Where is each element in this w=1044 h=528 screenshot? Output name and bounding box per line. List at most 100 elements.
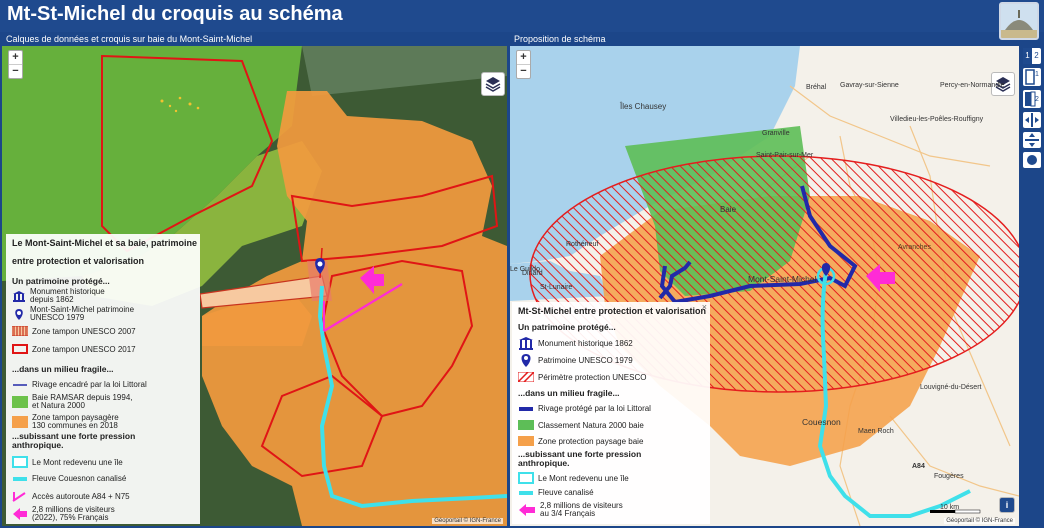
left-legend-item-tampon-2017-label: Zone tampon UNESCO 2017 bbox=[32, 344, 136, 354]
place-label: Fougères bbox=[934, 473, 964, 480]
swipe-horizontal-button[interactable] bbox=[1023, 132, 1041, 148]
left-map[interactable]: + − Géoportail © IGN-France Le Mont-Sain… bbox=[2, 46, 507, 526]
place-label: Baie bbox=[720, 205, 737, 214]
left-legend-item-unesco-label-2: UNESCO 1979 bbox=[30, 313, 85, 322]
right-legend-item-visiteurs-label-2: au 3/4 Français bbox=[540, 509, 596, 518]
place-label: A84 bbox=[912, 463, 925, 470]
left-legend-item-fleuve-label: Fleuve Couesnon canalisé bbox=[32, 474, 127, 483]
orange-zone-icon bbox=[12, 416, 28, 428]
right-legend-item-perimetre: Périmètre protection UNESCO bbox=[518, 372, 646, 382]
red-outline-zone-icon bbox=[12, 344, 28, 354]
visitor-arrow-icon bbox=[13, 508, 27, 520]
left-attribution: Géoportail © IGN-France bbox=[432, 518, 503, 524]
place-label: Îles Chausey bbox=[620, 102, 667, 111]
right-map[interactable]: + − i Îles Chausey Granville Baie Mont-S… bbox=[510, 46, 1019, 526]
app-header: Mt-St-Michel du croquis au schéma bbox=[0, 0, 1044, 40]
left-legend-section-2: ...dans un milieu fragile... bbox=[12, 364, 114, 374]
hatched-zone-icon bbox=[518, 372, 534, 382]
right-legend-item-ile-label: Le Mont redevenu une île bbox=[538, 473, 629, 483]
app-thumbnail[interactable] bbox=[999, 2, 1039, 40]
left-zoom-out-button[interactable]: − bbox=[9, 64, 22, 78]
right-legend-item-fleuve: Fleuve canalisé bbox=[518, 488, 594, 497]
right-legend: Mt-St-Michel entre protection et valoris… bbox=[512, 302, 710, 524]
green-zone-icon bbox=[518, 420, 534, 430]
left-legend-item-visiteurs-label-2: (2022), 75% Français bbox=[32, 513, 109, 522]
visitor-arrow-icon bbox=[519, 504, 535, 516]
place-label: Couesnon bbox=[802, 417, 841, 427]
place-label: Louvigné-du-Désert bbox=[920, 384, 982, 391]
left-legend-title-2: entre protection et valorisation bbox=[12, 256, 145, 266]
right-legend-item-ile: Le Mont redevenu une île bbox=[518, 472, 629, 484]
left-zoom-control: + − bbox=[8, 50, 23, 79]
highway-arrow-icon bbox=[12, 492, 26, 502]
left-legend-item-fleuve: Fleuve Couesnon canalisé bbox=[12, 474, 126, 483]
right-zoom-control: + − bbox=[516, 50, 531, 79]
place-label: Gavray-sur-Sienne bbox=[840, 82, 899, 89]
island-outline-icon bbox=[518, 472, 534, 484]
left-legend-section-3: ...subissant une forte pression anthropiq… bbox=[12, 432, 135, 450]
right-zoom-in-button[interactable]: + bbox=[517, 51, 530, 64]
left-layers-button[interactable] bbox=[481, 72, 505, 96]
left-legend: Le Mont-Saint-Michel et sa baie, patrimo… bbox=[6, 234, 200, 524]
left-legend-item-monument-label-2: depuis 1862 bbox=[30, 295, 74, 304]
right-legend-item-paysage: Zone protection paysage baie bbox=[518, 436, 643, 446]
right-legend-section-3-line-2: anthropique. bbox=[518, 458, 570, 468]
right-legend-item-littoral-label: Rivage protégé par la loi Littoral bbox=[538, 404, 651, 413]
place-label: Rothéneuf bbox=[566, 241, 599, 248]
right-legend-item-paysage-label: Zone protection paysage baie bbox=[538, 436, 644, 446]
left-legend-item-paysage-label-2: 130 communes en 2018 bbox=[32, 421, 118, 430]
right-legend-title: Mt-St-Michel entre protection et valoris… bbox=[518, 306, 707, 316]
layout-compare-button[interactable]: 2 bbox=[1023, 90, 1041, 108]
swipe-vertical-icon bbox=[1025, 113, 1039, 127]
place-label: Bréhal bbox=[806, 84, 827, 91]
left-legend-section-3-line-2: anthropique. bbox=[12, 440, 64, 450]
coast-line-icon bbox=[13, 383, 27, 386]
split-view-button[interactable]: 1 2 bbox=[1023, 48, 1041, 64]
right-legend-section-1: Un patrimoine protégé... bbox=[518, 322, 616, 332]
layout-single-button[interactable]: 1 bbox=[1023, 68, 1041, 86]
hatched-zone-icon bbox=[12, 326, 28, 336]
info-button[interactable]: i bbox=[999, 497, 1015, 513]
right-legend-close-icon[interactable]: × bbox=[702, 302, 707, 312]
right-zoom-out-button[interactable]: − bbox=[517, 64, 530, 78]
left-legend-item-autoroute: Accès autoroute A84 + N75 bbox=[12, 490, 130, 502]
app-title: Mt-St-Michel du croquis au schéma bbox=[7, 3, 343, 25]
left-legend-item-paysage: Zone tampon paysagère 130 communes en 201… bbox=[12, 414, 119, 430]
right-legend-item-fleuve-label: Fleuve canalisé bbox=[538, 488, 594, 497]
left-legend-item-autoroute-label: Accès autoroute A84 + N75 bbox=[32, 491, 130, 501]
layout-compare-label: 2 bbox=[1035, 96, 1039, 103]
river-line-icon bbox=[13, 476, 27, 481]
swipe-horizontal-icon bbox=[1025, 133, 1039, 147]
lens-button[interactable] bbox=[1023, 152, 1041, 168]
place-label: Maen Roch bbox=[858, 428, 894, 435]
layers-icon bbox=[485, 77, 501, 92]
left-legend-item-littoral: Rivage encadré par la loi Littoral bbox=[12, 380, 147, 389]
right-legend-item-natura: Classement Natura 2000 baie bbox=[518, 420, 644, 430]
monument-icon bbox=[519, 337, 533, 350]
right-legend-item-natura-label: Classement Natura 2000 baie bbox=[538, 420, 644, 430]
right-toolbar: 1 2 1 2 bbox=[1020, 46, 1044, 528]
river-line-icon bbox=[519, 490, 533, 495]
left-legend-item-littoral-label: Rivage encadré par la loi Littoral bbox=[32, 380, 147, 389]
right-legend-item-unesco-label: Patrimoine UNESCO 1979 bbox=[538, 355, 633, 365]
right-panel-title: Proposition de schéma bbox=[514, 34, 606, 44]
split-view-label-1: 1 bbox=[1023, 48, 1032, 64]
place-label: Le Guildo bbox=[510, 266, 540, 273]
right-legend-item-littoral: Rivage protégé par la loi Littoral bbox=[518, 404, 651, 413]
mont-thumbnail-icon bbox=[1001, 4, 1037, 38]
right-attribution: Géoportail © IGN-France bbox=[944, 518, 1015, 524]
right-legend-item-monument-label: Monument historique 1862 bbox=[538, 338, 633, 348]
swipe-vertical-button[interactable] bbox=[1023, 112, 1041, 128]
layout-single-label: 1 bbox=[1035, 71, 1039, 78]
left-legend-item-tampon-2007: Zone tampon UNESCO 2007 bbox=[12, 326, 136, 336]
left-legend-item-ramsar-label-2: et Natura 2000 bbox=[32, 401, 85, 410]
right-legend-section-2: ...dans un milieu fragile... bbox=[518, 388, 620, 398]
place-label: Percy-en-Normandie bbox=[940, 82, 1005, 89]
left-legend-item-ramsar: Baie RAMSAR depuis 1994, et Natura 2000 bbox=[12, 394, 133, 410]
place-label: Avranches bbox=[898, 244, 931, 251]
circle-lens-icon bbox=[1027, 155, 1037, 165]
info-icon: i bbox=[1005, 500, 1009, 510]
left-zoom-in-button[interactable]: + bbox=[9, 51, 22, 64]
left-legend-title-1: Le Mont-Saint-Michel et sa baie, patrimo… bbox=[12, 238, 198, 248]
monument-icon bbox=[13, 291, 25, 302]
